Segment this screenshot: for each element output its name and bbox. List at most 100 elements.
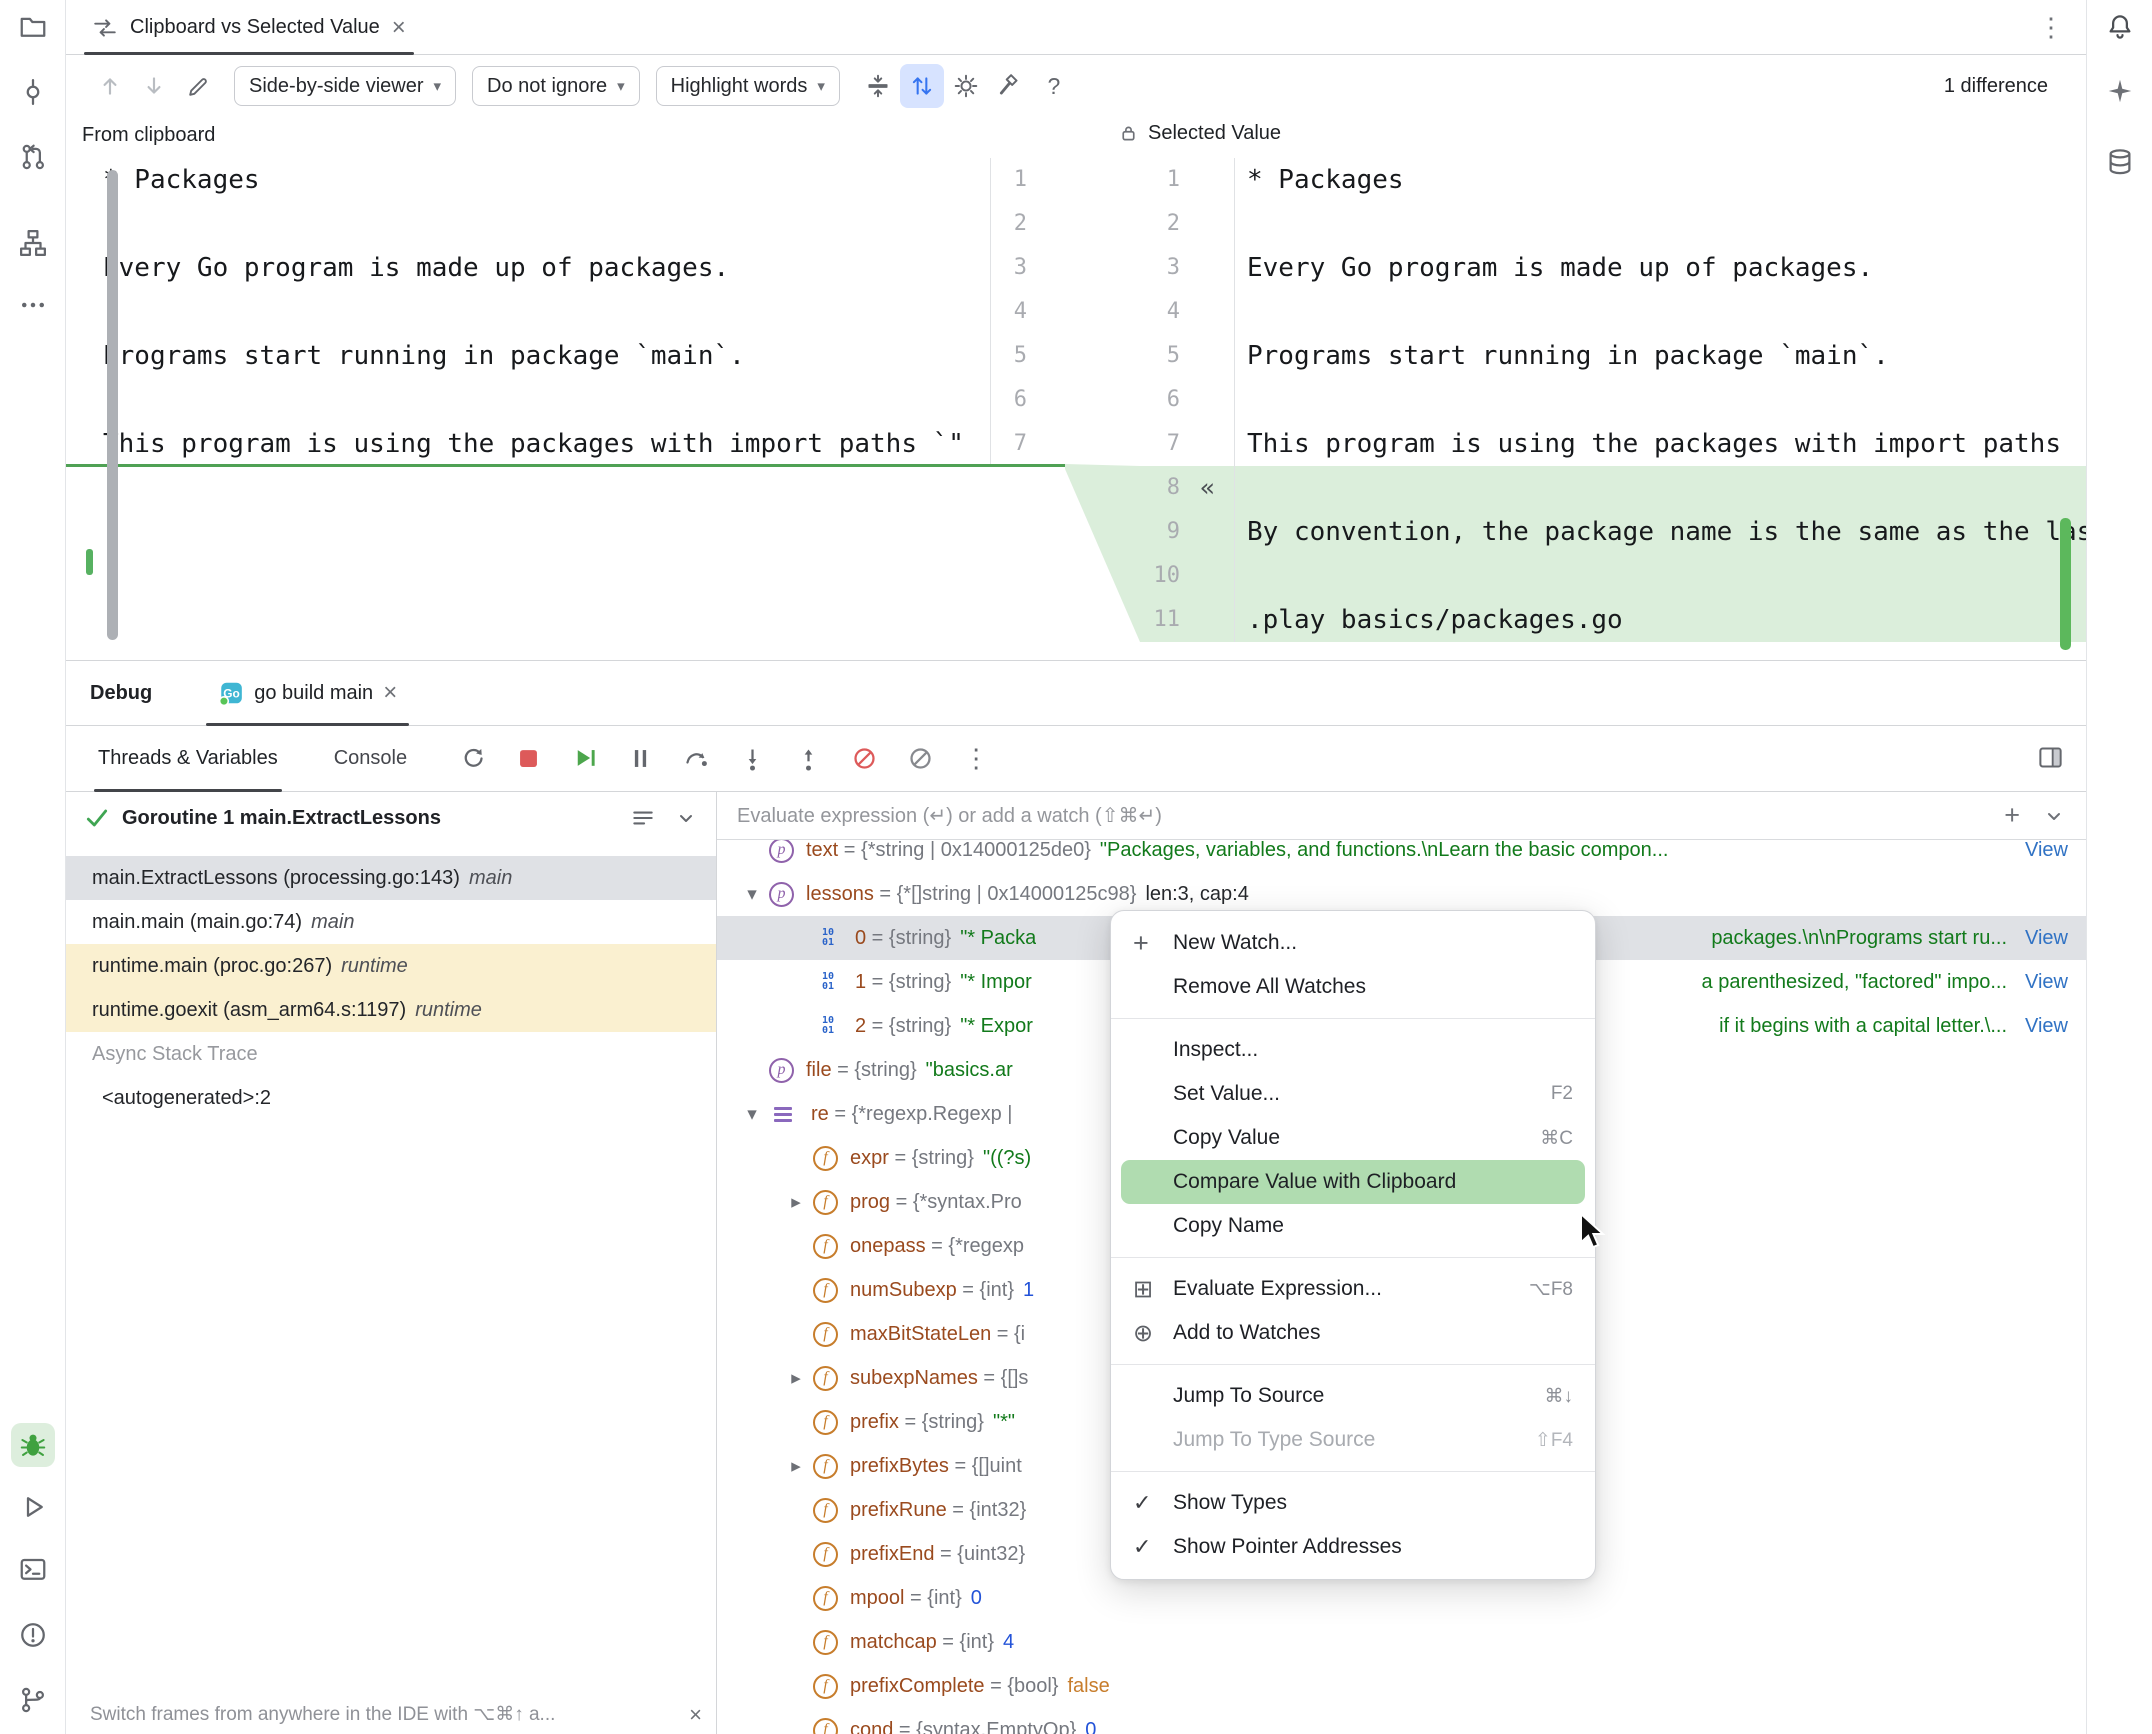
right-scrollbar-change-thumb[interactable] xyxy=(2060,518,2071,650)
diff-line[interactable]: 5 Programs start running in package `mai… xyxy=(1140,334,2086,378)
frame-row[interactable]: main.ExtractLessons (processing.go:143) … xyxy=(66,856,716,900)
diff-line[interactable]: * Packages 1 xyxy=(66,158,1065,202)
view-link[interactable]: View xyxy=(2025,839,2068,862)
diff-line[interactable]: 10 xyxy=(1140,554,2086,598)
apply-change-marker[interactable] xyxy=(1200,290,1234,334)
pause-button[interactable] xyxy=(625,744,655,774)
mute-breakpoints-button[interactable] xyxy=(849,744,879,774)
diff-left-pane[interactable]: * Packages 1 2 Every Go program is made … xyxy=(66,158,1065,466)
diff-line[interactable]: 4 xyxy=(1140,290,2086,334)
more-tools-button[interactable] xyxy=(11,283,55,327)
diff-line[interactable]: This program is using the packages with … xyxy=(66,422,1065,466)
menu-item[interactable] xyxy=(1111,1364,1595,1365)
chevron-down-icon[interactable] xyxy=(674,806,698,830)
diff-line[interactable]: 7 This program is using the packages wit… xyxy=(1140,422,2086,466)
apply-change-marker[interactable] xyxy=(1200,202,1234,246)
menu-item[interactable]: Set Value... F2 xyxy=(1121,1072,1585,1116)
diff-line[interactable]: 6 xyxy=(1140,378,2086,422)
tree-chevron-icon[interactable] xyxy=(779,1367,813,1390)
menu-item[interactable]: Compare Value with Clipboard xyxy=(1121,1160,1585,1204)
terminal-tool-button[interactable] xyxy=(11,1548,55,1592)
variable-row[interactable]: mpool = {int} 0 View xyxy=(717,1576,2086,1620)
settings-button[interactable] xyxy=(944,64,988,108)
close-icon[interactable] xyxy=(689,1704,702,1726)
menu-item[interactable]: Jump To Type Source ⇧F4 xyxy=(1121,1418,1585,1462)
resume-button[interactable] xyxy=(569,744,599,774)
frame-row[interactable]: runtime.goexit (asm_arm64.s:1197) runtim… xyxy=(66,988,716,1032)
view-link[interactable]: View xyxy=(2025,971,2068,994)
diff-line[interactable]: 3 Every Go program is made up of package… xyxy=(1140,246,2086,290)
view-link[interactable]: View xyxy=(2025,927,2068,950)
left-scrollbar-thumb[interactable] xyxy=(107,170,118,640)
apply-change-marker[interactable] xyxy=(1200,246,1234,290)
step-into-button[interactable] xyxy=(737,744,767,774)
problems-tool-button[interactable] xyxy=(11,1613,55,1657)
menu-item[interactable]: Add to Watches xyxy=(1121,1311,1585,1355)
diff-line[interactable]: Programs start running in package `main`… xyxy=(66,334,1065,378)
async-frame-row[interactable]: <autogenerated>:2 xyxy=(66,1076,716,1120)
diff-line[interactable]: 6 xyxy=(66,378,1065,422)
menu-item[interactable] xyxy=(1111,1471,1595,1472)
diff-line[interactable]: 11 .play basics/packages.go xyxy=(1140,598,2086,642)
notifications-button[interactable] xyxy=(2098,5,2142,49)
menu-item[interactable] xyxy=(1111,1257,1595,1258)
menu-item[interactable]: Remove All Watches xyxy=(1121,965,1585,1009)
menu-item[interactable]: New Watch... xyxy=(1121,921,1585,965)
menu-item[interactable]: Show Types xyxy=(1121,1481,1585,1525)
change-stripe-marker[interactable] xyxy=(86,549,93,575)
apply-change-marker[interactable] xyxy=(1200,158,1234,202)
diff-line[interactable]: 4 xyxy=(66,290,1065,334)
apply-change-marker[interactable] xyxy=(1200,510,1234,554)
diff-line[interactable]: Every Go program is made up of packages.… xyxy=(66,246,1065,290)
threads-view-icon[interactable] xyxy=(630,805,656,831)
menu-item[interactable]: Jump To Source ⌘↓ xyxy=(1121,1374,1585,1418)
view-link[interactable]: View xyxy=(2025,1015,2068,1038)
step-over-button[interactable] xyxy=(681,744,711,774)
ignore-policy-dropdown[interactable]: Do not ignore xyxy=(472,66,640,106)
menu-item[interactable]: Copy Name xyxy=(1121,1204,1585,1248)
help-button[interactable] xyxy=(1032,64,1076,108)
apply-change-marker[interactable] xyxy=(1200,378,1234,422)
apply-change-marker[interactable] xyxy=(1200,422,1234,466)
external-tools-button[interactable] xyxy=(988,64,1032,108)
stop-button[interactable] xyxy=(513,744,543,774)
close-icon[interactable] xyxy=(383,681,397,705)
version-control-button[interactable] xyxy=(11,1678,55,1722)
viewer-mode-dropdown[interactable]: Side-by-side viewer xyxy=(234,66,456,106)
tree-chevron-icon[interactable] xyxy=(735,1103,769,1126)
highlight-policy-dropdown[interactable]: Highlight words xyxy=(656,66,840,106)
structure-button[interactable] xyxy=(11,221,55,265)
chevron-down-icon[interactable] xyxy=(2042,804,2066,828)
tab-console[interactable]: Console xyxy=(330,726,411,791)
variable-row[interactable]: matchcap = {int} 4 View xyxy=(717,1620,2086,1664)
apply-change-marker[interactable] xyxy=(1200,334,1234,378)
kebab-menu-icon[interactable] xyxy=(2038,12,2064,43)
collapse-unchanged-button[interactable] xyxy=(856,64,900,108)
run-configuration-tab[interactable]: Go go build main xyxy=(206,661,409,725)
close-icon[interactable] xyxy=(392,16,406,40)
diff-line[interactable]: 8 « xyxy=(1140,466,2086,510)
frame-row[interactable]: main.main (main.go:74) main xyxy=(66,900,716,944)
apply-change-marker[interactable] xyxy=(1200,598,1234,642)
variable-row[interactable]: cond = {syntax.EmptyOp} 0 View xyxy=(717,1708,2086,1734)
edit-button[interactable] xyxy=(176,64,220,108)
more-actions-icon[interactable] xyxy=(961,744,991,774)
thread-selector[interactable]: Goroutine 1 main.ExtractLessons xyxy=(66,792,716,844)
variable-row[interactable]: prefixComplete = {bool} false View xyxy=(717,1664,2086,1708)
menu-item[interactable] xyxy=(1111,1018,1595,1019)
ai-assistant-button[interactable] xyxy=(2098,69,2142,113)
diff-line[interactable]: 1 * Packages xyxy=(1140,158,2086,202)
tree-chevron-icon[interactable] xyxy=(779,1455,813,1478)
layout-settings-button[interactable] xyxy=(2037,744,2064,771)
run-tool-button[interactable] xyxy=(11,1485,55,1529)
project-folder-button[interactable] xyxy=(11,5,55,49)
database-button[interactable] xyxy=(2098,140,2142,184)
pull-requests-button[interactable] xyxy=(11,135,55,179)
diff-line[interactable]: 2 xyxy=(1140,202,2086,246)
commit-button[interactable] xyxy=(11,70,55,114)
step-out-button[interactable] xyxy=(793,744,823,774)
view-breakpoints-button[interactable] xyxy=(905,744,935,774)
frame-row[interactable]: runtime.main (proc.go:267) runtime xyxy=(66,944,716,988)
diff-editor-tab[interactable]: Clipboard vs Selected Value xyxy=(84,0,414,55)
menu-item[interactable]: Inspect... xyxy=(1121,1028,1585,1072)
